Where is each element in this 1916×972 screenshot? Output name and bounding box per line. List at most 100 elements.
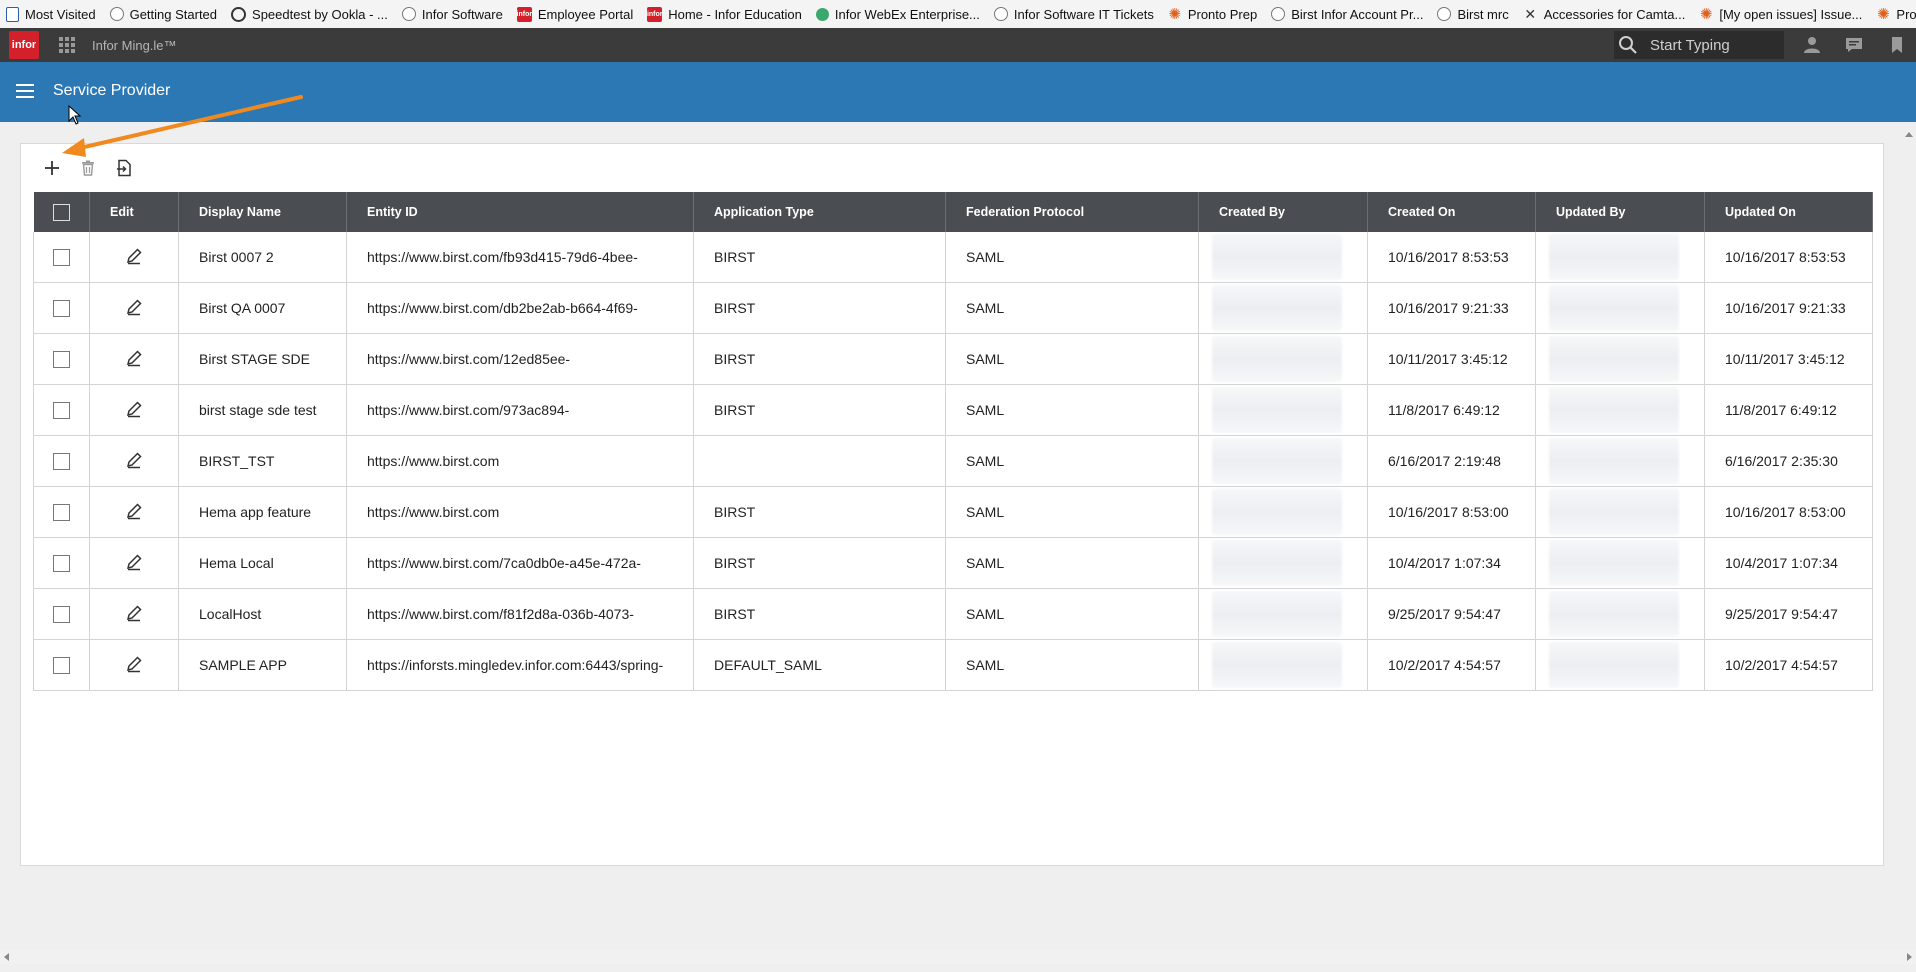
table-row[interactable]: Birst 0007 2 https://www.birst.com/fb93d4… xyxy=(33,232,1873,283)
federation-protocol-cell: SAML xyxy=(945,384,1199,436)
table-row[interactable]: Hema app feature https://www.birst.com BIR… xyxy=(33,486,1873,538)
bookmark-item[interactable]: Getting Started xyxy=(104,0,225,28)
bookmark-item[interactable]: Infor Software xyxy=(396,0,511,28)
add-icon[interactable] xyxy=(41,157,63,179)
row-checkbox[interactable] xyxy=(53,656,70,674)
display-name-cell: BIRST_TST xyxy=(178,435,347,487)
edit-pencil-icon[interactable] xyxy=(125,604,143,625)
application-type-cell: BIRST xyxy=(693,588,946,640)
column-header-application-type[interactable]: Application Type xyxy=(693,192,946,232)
table-row[interactable]: SAMPLE APP https://inforsts.mingledev.inf… xyxy=(33,639,1873,691)
bookmark-label: Birst mrc xyxy=(1457,6,1509,22)
vertical-scroll-up-arrow[interactable] xyxy=(1902,128,1916,142)
federation-protocol-cell: SAML xyxy=(945,588,1199,640)
bookmark-item[interactable]: infor Home - Infor Education xyxy=(641,0,810,28)
updated-by-cell xyxy=(1535,639,1705,691)
federation-protocol-cell: SAML xyxy=(945,537,1199,589)
edit-pencil-icon[interactable] xyxy=(125,247,143,268)
table-row[interactable]: Birst QA 0007 https://www.birst.com/db2be… xyxy=(33,282,1873,334)
edit-pencil-icon[interactable] xyxy=(125,553,143,574)
table-header-row: Edit Display Name Entity ID Application … xyxy=(33,192,1873,232)
entity-id-cell: https://www.birst.com/973ac894- xyxy=(346,384,694,436)
redacted-name xyxy=(1549,540,1679,586)
user-icon[interactable] xyxy=(1801,34,1823,56)
edit-pencil-icon[interactable] xyxy=(125,349,143,370)
updated-on-cell: 10/4/2017 1:07:34 xyxy=(1704,537,1873,589)
row-checkbox[interactable] xyxy=(53,605,70,623)
row-select-cell xyxy=(33,282,90,334)
search-input[interactable] xyxy=(1648,35,1782,55)
bookmark-item[interactable]: Infor WebEx Enterprise... xyxy=(810,0,988,28)
row-checkbox[interactable] xyxy=(53,299,70,317)
edit-pencil-icon[interactable] xyxy=(125,298,143,319)
bookmark-item[interactable]: ✺ [My open issues] Issue... xyxy=(1693,0,1870,28)
created-on-cell: 9/25/2017 9:54:47 xyxy=(1367,588,1536,640)
infor-icon: infor xyxy=(647,6,663,22)
edit-cell xyxy=(89,282,179,334)
table-row[interactable]: LocalHost https://www.birst.com/f81f2d8a-… xyxy=(33,588,1873,640)
edit-pencil-icon[interactable] xyxy=(125,451,143,472)
bookmark-item[interactable]: ✕ Accessories for Camta... xyxy=(1517,0,1694,28)
pinwheel-icon: ✺ xyxy=(1700,6,1713,23)
bookmark-item[interactable]: infor Employee Portal xyxy=(511,0,641,28)
bookmark-label: Employee Portal xyxy=(537,6,634,22)
row-checkbox[interactable] xyxy=(53,503,70,521)
row-select-cell xyxy=(33,537,90,589)
column-header-display-name[interactable]: Display Name xyxy=(178,192,347,232)
edit-cell xyxy=(89,537,179,589)
bookmark-item[interactable]: Birst Infor Account Pr... xyxy=(1265,0,1431,28)
column-header-updated-on[interactable]: Updated On xyxy=(1704,192,1873,232)
entity-id-cell: https://www.birst.com/12ed85ee- xyxy=(346,333,694,385)
row-checkbox[interactable] xyxy=(53,554,70,572)
bookmark-item[interactable]: Birst mrc xyxy=(1431,0,1516,28)
column-header-created-on[interactable]: Created On xyxy=(1367,192,1536,232)
edit-pencil-icon[interactable] xyxy=(125,502,143,523)
updated-by-cell xyxy=(1535,435,1705,487)
bookmark-item[interactable]: Speedtest by Ookla - ... xyxy=(225,0,396,28)
select-all-checkbox[interactable] xyxy=(52,203,70,221)
table-row[interactable]: Birst STAGE SDE https://www.birst.com/12e… xyxy=(33,333,1873,385)
display-name-cell: Birst STAGE SDE xyxy=(178,333,347,385)
bookmark-item[interactable]: ✺ Pronto QA live xyxy=(1870,0,1916,28)
row-checkbox[interactable] xyxy=(53,452,70,470)
globe-icon xyxy=(1437,7,1452,21)
column-header-federation-protocol[interactable]: Federation Protocol xyxy=(945,192,1199,232)
row-checkbox[interactable] xyxy=(53,401,70,419)
pinwheel-icon: ✺ xyxy=(1877,6,1890,23)
edit-pencil-icon[interactable] xyxy=(125,400,143,421)
horizontal-scrollbar[interactable] xyxy=(0,950,1916,964)
created-on-cell: 6/16/2017 2:19:48 xyxy=(1367,435,1536,487)
bookmark-item[interactable]: Most Visited xyxy=(0,0,104,28)
created-on-cell: 10/16/2017 9:21:33 xyxy=(1367,282,1536,334)
entity-id-cell: https://www.birst.com xyxy=(346,435,694,487)
entity-id-cell: https://www.birst.com/7ca0db0e-a45e-472a… xyxy=(346,537,694,589)
edit-cell xyxy=(89,435,179,487)
created-by-cell xyxy=(1198,639,1368,691)
edit-cell xyxy=(89,588,179,640)
bookmark-item[interactable]: ✺ Pronto Prep xyxy=(1162,0,1265,28)
delete-icon[interactable] xyxy=(77,157,99,179)
table-row[interactable]: birst stage sde test https://www.birst.co… xyxy=(33,384,1873,436)
row-checkbox[interactable] xyxy=(53,350,70,368)
column-header-entity-id[interactable]: Entity ID xyxy=(346,192,694,232)
page-title: Service Provider xyxy=(53,82,171,99)
x-icon: ✕ xyxy=(1524,5,1537,22)
bookmark-icon[interactable] xyxy=(1886,34,1908,56)
table-row[interactable]: Hema Local https://www.birst.com/7ca0db0e… xyxy=(33,537,1873,589)
column-header-created-by[interactable]: Created By xyxy=(1198,192,1368,232)
entity-id-cell: https://inforsts.mingledev.infor.com:644… xyxy=(346,639,694,691)
import-icon[interactable] xyxy=(113,157,135,179)
infor-logo[interactable]: infor xyxy=(9,31,39,59)
column-header-updated-by[interactable]: Updated By xyxy=(1535,192,1705,232)
bookmark-label: Home - Infor Education xyxy=(668,6,802,22)
app-grid-icon[interactable] xyxy=(59,37,75,53)
chat-icon[interactable] xyxy=(1843,34,1865,56)
created-by-cell xyxy=(1198,232,1368,283)
table-row[interactable]: BIRST_TST https://www.birst.com SAML 6/16/2… xyxy=(33,435,1873,487)
bookmark-item[interactable]: Infor Software IT Tickets xyxy=(988,0,1162,28)
search-box[interactable] xyxy=(1614,31,1784,59)
edit-pencil-icon[interactable] xyxy=(125,655,143,676)
row-checkbox[interactable] xyxy=(53,248,70,266)
created-on-cell: 11/8/2017 6:49:12 xyxy=(1367,384,1536,436)
menu-icon[interactable] xyxy=(16,84,34,98)
